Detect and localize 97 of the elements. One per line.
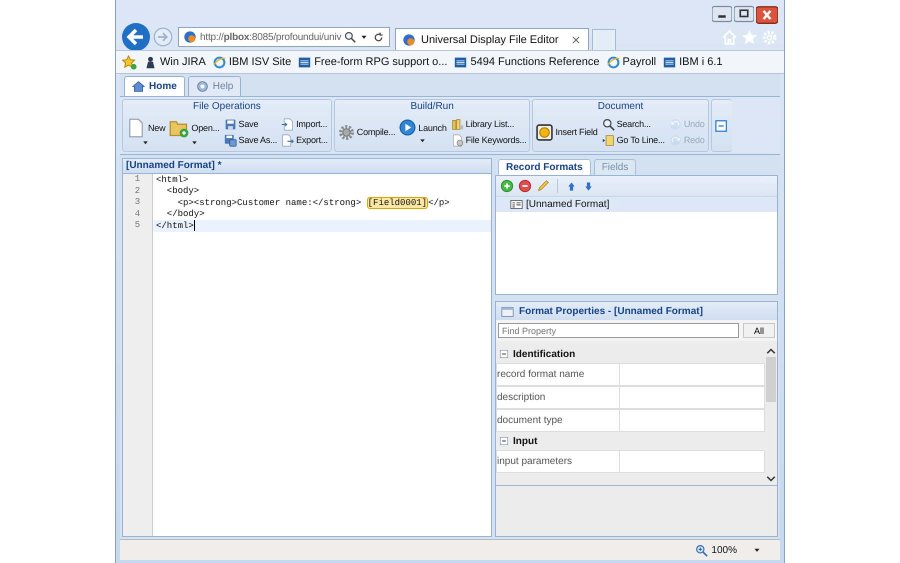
favorites-icon[interactable] [122, 54, 137, 70]
code-text: </body> [166, 209, 205, 220]
ribbon-button[interactable]: Launch [399, 119, 447, 145]
code-editor[interactable]: [Unnamed Format] * 1 <html> 2 <body> 3 <p><strong>Customer name:</strong> [Field0001]</p> 4 </body> 5 </html> [122, 158, 492, 537]
group-title: Document [596, 100, 644, 113]
close-icon[interactable] [756, 4, 778, 26]
ribbon-button[interactable]: Search... [602, 118, 665, 130]
field-token[interactable]: [Field0001] [366, 196, 428, 209]
find-property-field[interactable]: Find Property [498, 323, 739, 338]
save-as-icon [224, 134, 237, 146]
favorite-link[interactable]: Payroll [606, 56, 656, 68]
search-icon [602, 118, 615, 130]
insert-field-icon [536, 124, 554, 140]
code-text: <body> [166, 186, 200, 196]
redo-icon [668, 134, 682, 146]
text-cursor [194, 220, 195, 232]
browser-icon [606, 56, 620, 68]
import-icon [281, 118, 294, 130]
line-number: 4 [123, 208, 153, 220]
line-number: 2 [123, 186, 153, 197]
ribbon-button[interactable]: File Keywords... [450, 134, 526, 146]
back-icon[interactable] [122, 23, 150, 51]
undo-icon [668, 118, 682, 130]
property-name: description [496, 386, 620, 409]
tab-title: Universal Display File Editor [421, 34, 559, 46]
editor-title: [Unnamed Format] * [123, 159, 491, 174]
line-number: 1 [123, 174, 153, 186]
document-icon [450, 134, 464, 146]
property-value-cell[interactable] [620, 386, 765, 409]
section-title: Identification [513, 348, 576, 360]
code-text: </html> [156, 220, 194, 231]
ribbon-button[interactable]: Library List... [450, 118, 526, 130]
code-text: <html> [156, 174, 188, 185]
remove-icon[interactable] [518, 179, 532, 193]
export-icon [281, 134, 294, 146]
gear-icon [338, 124, 355, 140]
globe-icon [183, 30, 197, 44]
address-bar[interactable]: http://plbox:8085/profoundui/univ [178, 27, 390, 47]
collapse-icon[interactable] [499, 436, 509, 446]
ribbon-button[interactable]: New [126, 118, 166, 146]
collapse-icon[interactable] [499, 349, 509, 359]
site-icon [454, 56, 468, 68]
group-title: Build/Run [409, 100, 455, 113]
site-icon [663, 56, 676, 68]
ribbon-button[interactable]: Open... [169, 118, 220, 146]
ribbon-button[interactable]: Insert Field [536, 124, 598, 140]
panel-icon [501, 304, 514, 318]
house-icon [132, 80, 145, 93]
browser-icon [212, 56, 226, 68]
address-text: http://plbox:8085/profoundui/univ [200, 32, 342, 42]
ribbon-button[interactable]: Compile... [338, 124, 396, 140]
minimize-icon[interactable] [712, 4, 732, 24]
property-name: input parameters [496, 450, 620, 473]
record-format-item[interactable]: [Unnamed Format] [496, 197, 777, 212]
group-title: File Operations [192, 100, 262, 113]
property-value-cell[interactable] [620, 363, 765, 386]
panel-title: Format Properties - [Unnamed Format] [519, 306, 703, 316]
browser-tab[interactable]: Universal Display File Editor [395, 28, 589, 50]
favorite-link[interactable]: IBM ISV Site [212, 56, 292, 68]
search-icon [344, 31, 356, 43]
refresh-icon [372, 30, 386, 44]
save-icon [224, 118, 237, 130]
globe-icon [402, 32, 416, 46]
panel-tab[interactable]: Record Formats [498, 159, 591, 175]
property-value-cell[interactable] [620, 450, 765, 473]
star-icon[interactable] [741, 28, 758, 46]
go-to-line-icon [602, 134, 615, 146]
property-value-cell[interactable] [620, 409, 765, 432]
line-number: 5 [123, 220, 153, 232]
document-icon [126, 118, 146, 138]
ribbon-button[interactable]: Save As... [224, 134, 278, 146]
maximize-icon[interactable] [734, 4, 754, 24]
section-title: Input [513, 436, 538, 446]
ribbon-button[interactable]: Import... [281, 118, 328, 130]
ribbon-tab[interactable]: Home [124, 76, 185, 96]
zoom-level[interactable]: 100% [711, 544, 737, 556]
person-icon [144, 56, 157, 68]
favorite-link[interactable]: Free-form RPG support o... [298, 56, 448, 68]
code-text: <p><strong>Customer name:</strong> [176, 198, 362, 208]
books-icon [450, 118, 464, 130]
ribbon-button[interactable]: Save [224, 118, 278, 130]
ribbon-button[interactable]: Export... [281, 134, 328, 146]
code-text: </p> [428, 198, 450, 208]
property-name: record format name [496, 363, 620, 386]
favorite-link[interactable]: 5494 Functions Reference [454, 56, 600, 68]
format-icon [510, 198, 523, 211]
site-icon [298, 56, 312, 68]
line-number: 3 [123, 197, 153, 208]
all-button[interactable]: All [743, 323, 775, 338]
add-icon[interactable] [500, 179, 514, 193]
favorite-link[interactable]: IBM i 6.1 [663, 56, 723, 68]
play-icon [399, 119, 416, 136]
property-name: document type [496, 409, 620, 432]
ribbon-button[interactable]: Go To Line... [602, 134, 665, 146]
favorite-link[interactable]: Win JIRA [144, 56, 206, 68]
close-icon[interactable] [570, 34, 582, 46]
zoom-icon [695, 544, 708, 556]
